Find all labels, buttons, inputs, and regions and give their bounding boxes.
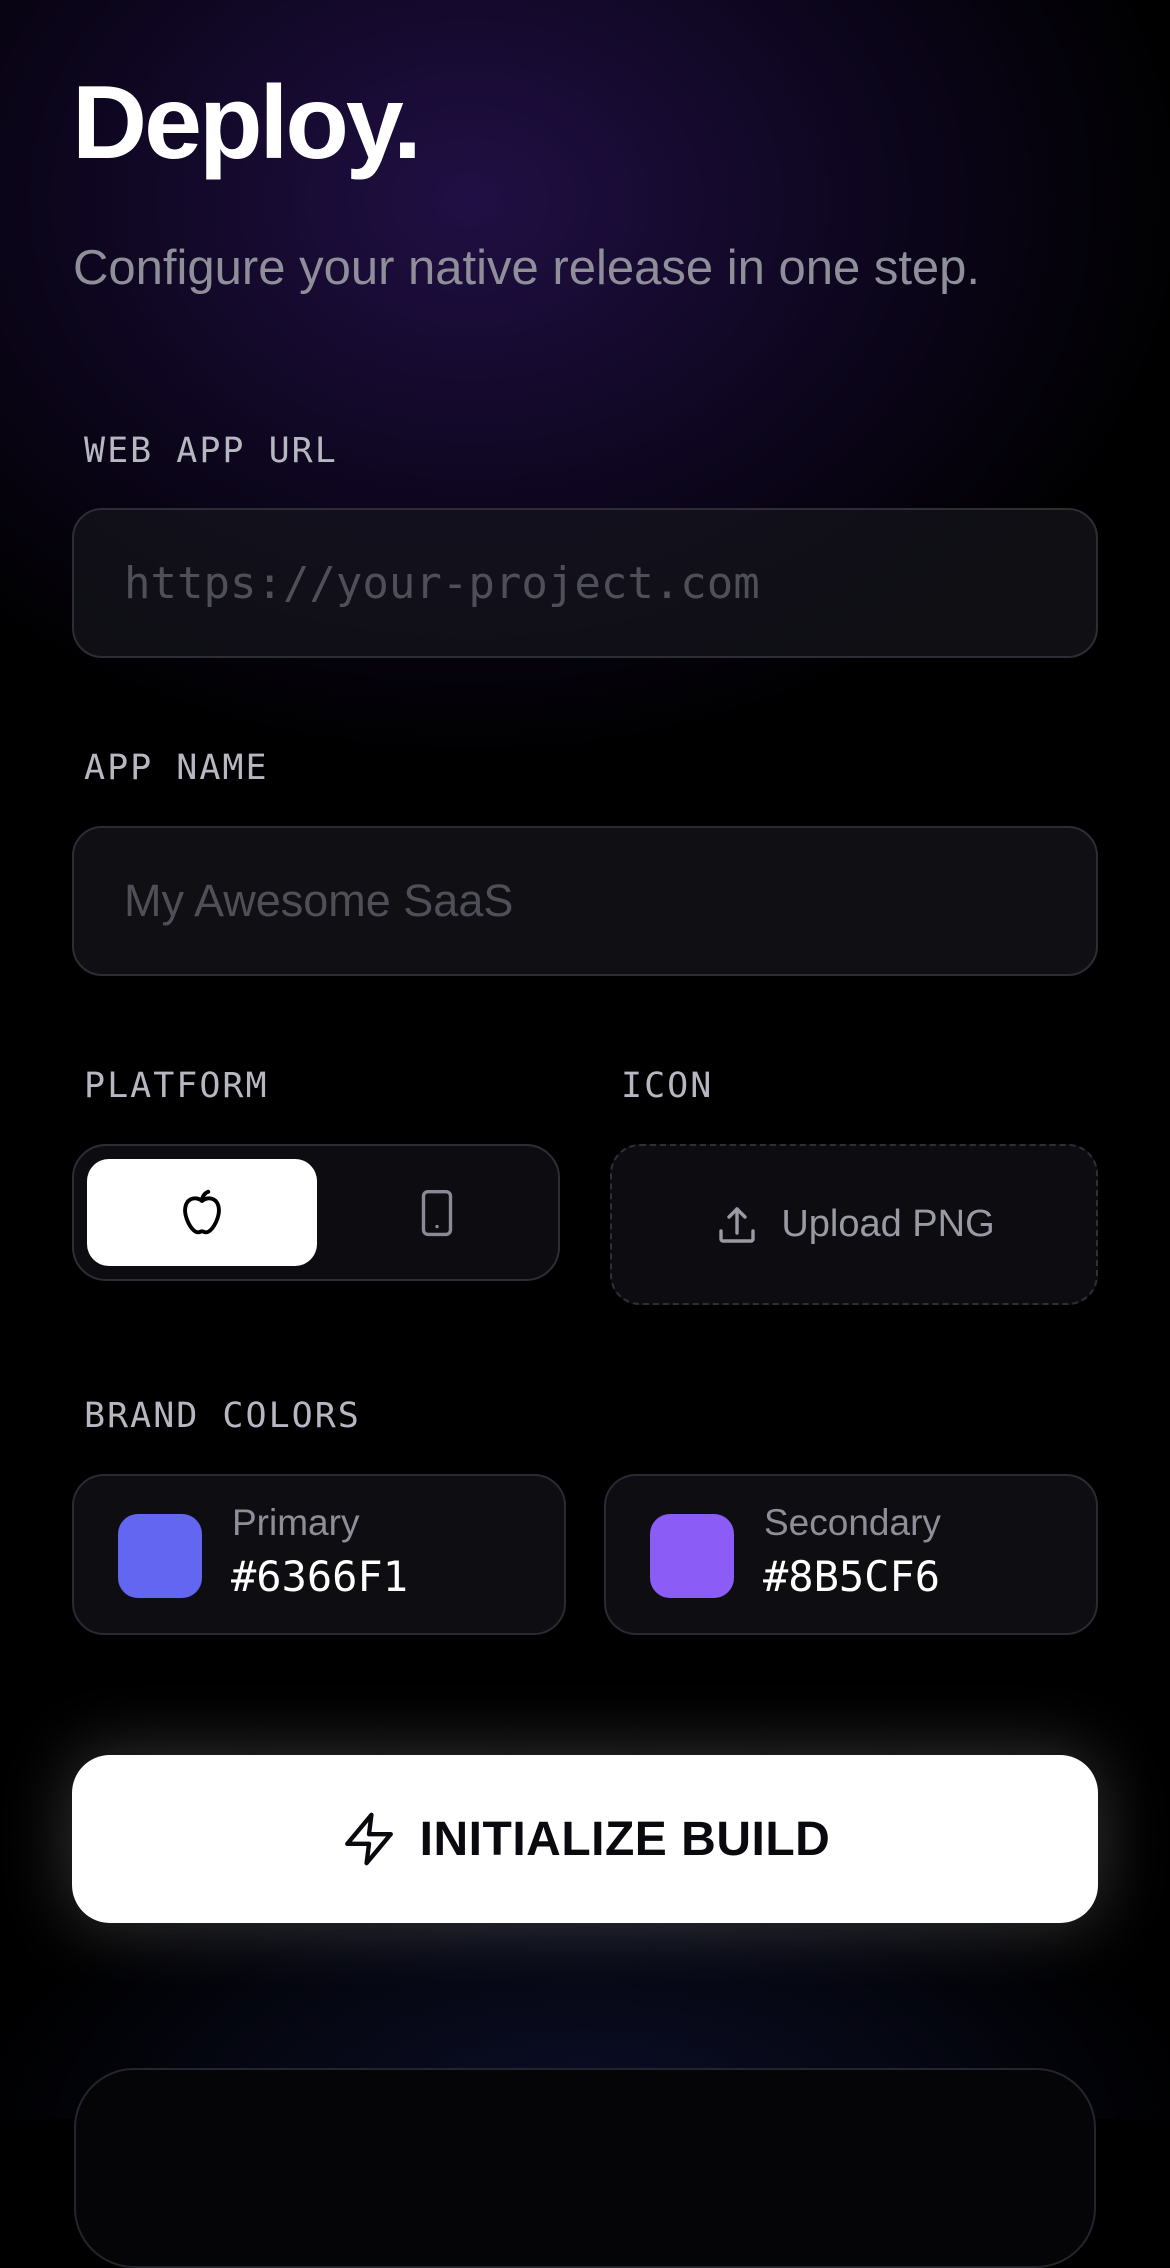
primary-color-hex: #6366F1 <box>231 1552 409 1601</box>
platform-option-android[interactable] <box>327 1159 547 1266</box>
url-input[interactable] <box>74 510 1096 656</box>
secondary-color-hex: #8B5CF6 <box>763 1552 941 1601</box>
lightning-icon <box>344 1812 393 1866</box>
app-name-field-container <box>72 826 1098 976</box>
platform-option-ios[interactable] <box>87 1159 317 1266</box>
apple-icon <box>183 1189 221 1234</box>
secondary-color-card[interactable]: Secondary #8B5CF6 <box>604 1474 1098 1635</box>
platform-toggle <box>72 1144 560 1281</box>
page-title: Deploy. <box>72 65 422 181</box>
secondary-color-name: Secondary <box>764 1502 941 1543</box>
upload-png-button[interactable]: Upload PNG <box>610 1144 1098 1305</box>
platform-label: PLATFORM <box>84 1066 269 1106</box>
brand-colors-label: BRAND COLORS <box>84 1396 361 1436</box>
upload-icon <box>719 1206 756 1243</box>
page-subtitle: Configure your native release in one ste… <box>73 241 981 295</box>
primary-color-swatch[interactable] <box>118 1514 202 1598</box>
primary-color-name: Primary <box>232 1502 360 1543</box>
upload-label: Upload PNG <box>781 1203 995 1245</box>
url-field-container <box>72 508 1098 658</box>
initialize-build-button[interactable]: INITIALIZE BUILD <box>72 1755 1098 1923</box>
icon-label: ICON <box>621 1066 714 1106</box>
initialize-build-label: INITIALIZE BUILD <box>419 1812 831 1866</box>
app-name-label: APP NAME <box>84 748 269 788</box>
phone-icon <box>421 1189 453 1236</box>
url-label: WEB APP URL <box>84 431 338 471</box>
deploy-screen: Deploy. Configure your native release in… <box>0 0 1170 2268</box>
secondary-color-swatch[interactable] <box>650 1514 734 1598</box>
primary-color-card[interactable]: Primary #6366F1 <box>72 1474 566 1635</box>
bottom-panel <box>74 2068 1096 2268</box>
app-name-input[interactable] <box>74 828 1096 974</box>
